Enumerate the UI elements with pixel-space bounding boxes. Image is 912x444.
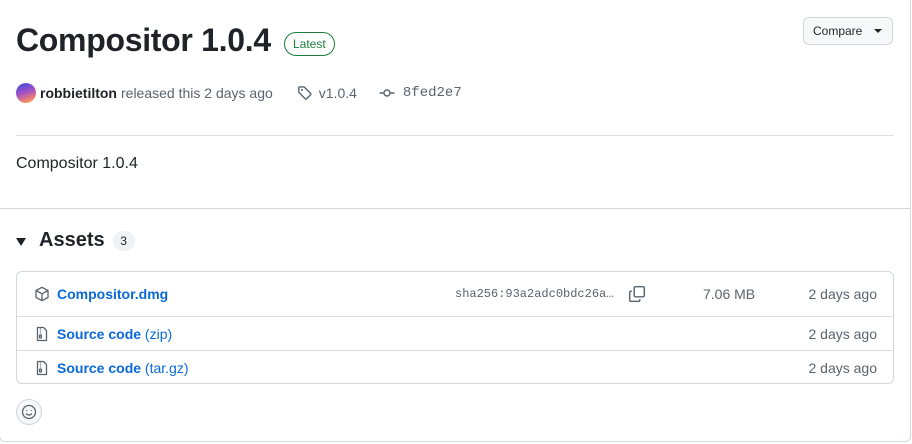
tag-icon <box>297 86 312 100</box>
release-card: Compositor 1.0.4 Latest Compare robbieti… <box>0 0 911 442</box>
asset-date: 2 days ago <box>808 325 878 342</box>
asset-row: Source code (tar.gz) 2 days ago <box>17 351 893 383</box>
triangle-down-icon <box>16 237 26 246</box>
compare-button-label: Compare <box>813 24 863 38</box>
author-link[interactable]: robbietilton <box>40 85 117 101</box>
release-meta: robbietilton released this 2 days ago v1… <box>16 82 462 104</box>
asset-row: Source code (zip) 2 days ago <box>17 317 893 351</box>
add-reaction-button[interactable] <box>16 399 42 425</box>
asset-name: Compositor.dmg <box>57 286 169 302</box>
asset-name: Source code <box>57 359 142 376</box>
assets-count-badge: 3 <box>112 230 135 251</box>
chevron-down-icon <box>874 29 883 33</box>
divider <box>0 208 910 209</box>
asset-link[interactable]: Source code (tar.gz) <box>57 360 189 376</box>
asset-name: Source code <box>57 325 142 342</box>
asset-date: 2 days ago <box>808 286 878 302</box>
assets-list: Compositor.dmg sha256:93a2adc0bdc26a… 7.… <box>16 271 894 384</box>
assets-toggle[interactable]: Assets 3 <box>16 229 135 252</box>
asset-sha: sha256:93a2adc0bdc26a… <box>455 287 614 301</box>
asset-date: 2 days ago <box>808 359 878 376</box>
git-commit-icon <box>379 89 395 97</box>
commit-link[interactable]: 8fed2e7 <box>379 85 462 101</box>
avatar[interactable] <box>16 83 36 103</box>
asset-size: 7.06 MB <box>703 286 756 302</box>
asset-suffix: (zip) <box>141 325 173 342</box>
smiley-icon <box>21 404 37 420</box>
package-icon <box>35 286 49 302</box>
commit-label: 8fed2e7 <box>402 85 462 101</box>
asset-suffix: (tar.gz) <box>141 359 189 376</box>
release-notes: Compositor 1.0.4 <box>16 155 138 172</box>
asset-row: Compositor.dmg sha256:93a2adc0bdc26a… 7.… <box>17 272 893 317</box>
compare-button[interactable]: Compare <box>803 17 893 45</box>
asset-link[interactable]: Compositor.dmg <box>57 286 168 302</box>
file-zip-icon <box>36 326 48 341</box>
assets-title: Assets <box>39 229 105 251</box>
tag-link[interactable]: v1.0.4 <box>297 85 357 101</box>
released-text: released this 2 days ago <box>121 85 273 101</box>
asset-link[interactable]: Source code (zip) <box>57 326 172 342</box>
divider <box>16 135 894 136</box>
release-title[interactable]: Compositor 1.0.4 <box>16 22 271 59</box>
tag-label: v1.0.4 <box>318 85 357 101</box>
latest-badge: Latest <box>284 32 335 56</box>
copy-icon[interactable] <box>628 285 646 303</box>
file-zip-icon <box>36 360 48 375</box>
